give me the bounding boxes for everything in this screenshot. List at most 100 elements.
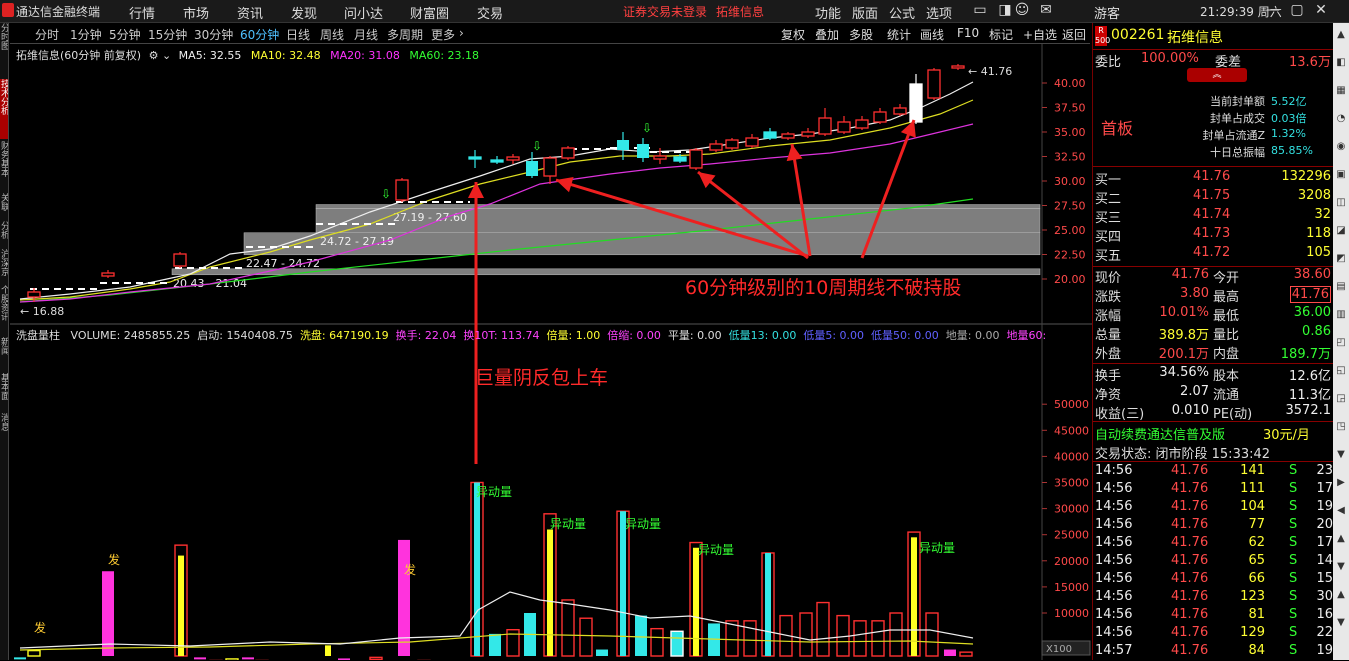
side-tool-icon[interactable]: ▶ <box>1333 477 1349 488</box>
menu-shichang[interactable]: 市场 <box>183 3 209 22</box>
period-fenshi[interactable]: 分时 <box>35 26 59 43</box>
menu-banmian[interactable]: 版面 <box>852 3 878 22</box>
side-tool-icon[interactable]: ◪ <box>1333 225 1349 236</box>
candle[interactable] <box>801 128 815 138</box>
period-30min[interactable]: 30分钟 <box>194 26 233 43</box>
left-tab-3[interactable]: 关联 <box>0 193 8 219</box>
bid-row[interactable]: 买三 41.74 32 <box>1093 207 1333 226</box>
side-tool-icon[interactable]: ◔ <box>1333 113 1349 124</box>
volume-bar[interactable] <box>871 620 885 657</box>
side-tool-icon[interactable]: ▤ <box>1333 281 1349 292</box>
left-tab-2[interactable]: 财务基本 <box>0 141 8 191</box>
volume-bar[interactable] <box>925 612 939 657</box>
volume-bar[interactable] <box>561 599 575 657</box>
volume-bar[interactable] <box>693 547 699 656</box>
screen-icon[interactable]: ▭ <box>972 2 988 18</box>
candle[interactable] <box>709 140 723 152</box>
volume-bar[interactable] <box>816 601 830 657</box>
menu-jiaoyi[interactable]: 交易 <box>477 3 503 22</box>
tb-zixuan[interactable]: +自选 <box>1023 26 1057 43</box>
period-day[interactable]: 日线 <box>286 26 310 43</box>
side-tool-icon[interactable]: ◫ <box>1333 197 1349 208</box>
menu-zixun[interactable]: 资讯 <box>237 3 263 22</box>
side-tool-icon[interactable]: ◱ <box>1333 365 1349 376</box>
left-tab-8[interactable]: 基本面 <box>0 373 8 411</box>
volume-bar[interactable] <box>650 627 664 657</box>
tb-biaoji[interactable]: 标记 <box>989 26 1013 43</box>
period-1min[interactable]: 1分钟 <box>70 26 102 43</box>
side-tool-icon[interactable]: ▦ <box>1333 85 1349 96</box>
chart-area[interactable]: X100 40.00 37.50 35.00 32.50 30.00 27.50 25.00 2… <box>10 44 1092 660</box>
chat-icon[interactable]: ◨ <box>997 2 1013 18</box>
side-tool-icon[interactable]: ▼ <box>1333 449 1349 460</box>
side-tool-icon[interactable]: ◩ <box>1333 253 1349 264</box>
candle[interactable] <box>526 152 538 178</box>
volume-bar[interactable] <box>743 620 757 657</box>
user-icon[interactable]: ☺ <box>1014 2 1030 18</box>
left-tab-5[interactable]: 沪深京 <box>0 249 8 283</box>
tb-fanhui[interactable]: 返回 <box>1062 26 1086 43</box>
candle[interactable] <box>561 146 575 160</box>
candle[interactable] <box>873 108 887 124</box>
tb-diejia[interactable]: 叠加 <box>815 26 839 43</box>
bid-row[interactable]: 买四 41.73 118 <box>1093 226 1333 245</box>
tb-tongji[interactable]: 统计 <box>887 26 911 43</box>
left-tab-7[interactable]: 新闻 <box>0 337 8 371</box>
candle[interactable] <box>909 74 923 124</box>
volume-bar[interactable] <box>579 617 593 657</box>
candle[interactable] <box>653 148 667 164</box>
left-tab-6[interactable]: 个股资讯 <box>0 285 8 335</box>
side-tool-icon[interactable]: ▥ <box>1333 309 1349 320</box>
side-tool-icon[interactable]: ▼ <box>1333 617 1349 628</box>
volume-bar[interactable] <box>799 612 813 657</box>
candle[interactable] <box>725 138 739 150</box>
maximize-icon[interactable]: ▢ <box>1289 2 1305 18</box>
chevron-down-icon[interactable]: ⌄ <box>162 49 171 62</box>
volume-bar[interactable] <box>635 615 647 656</box>
volume-bar[interactable] <box>670 630 684 657</box>
tb-f10[interactable]: F10 <box>957 26 979 40</box>
tb-fuquan[interactable]: 复权 <box>781 26 805 43</box>
candle[interactable] <box>951 64 965 70</box>
menu-caifuquan[interactable]: 财富圈 <box>410 3 449 22</box>
volume-bar[interactable] <box>725 620 739 657</box>
side-tool-icon[interactable]: ◰ <box>1333 337 1349 348</box>
bid-row[interactable]: 买二 41.75 3208 <box>1093 188 1333 207</box>
menu-wenxiaoda[interactable]: 问小达 <box>344 3 383 22</box>
mail-icon[interactable]: ✉ <box>1038 2 1054 18</box>
candle[interactable] <box>490 156 504 164</box>
volume-bar[interactable] <box>944 649 956 656</box>
candle[interactable] <box>855 116 869 130</box>
gear-icon[interactable]: ⚙ <box>149 49 159 62</box>
candle[interactable] <box>818 108 832 136</box>
candle[interactable] <box>468 150 482 168</box>
user-label[interactable]: 游客 <box>1094 3 1120 22</box>
promo-text[interactable]: 自动续费通达信普及版 <box>1095 424 1225 443</box>
left-tab-9[interactable]: 消息 <box>0 413 8 461</box>
candle[interactable] <box>689 148 703 170</box>
volume-bar[interactable] <box>853 620 867 657</box>
period-month[interactable]: 月线 <box>354 26 378 43</box>
side-tool-icon[interactable]: ◉ <box>1333 141 1349 152</box>
volume-bar[interactable] <box>489 633 501 656</box>
candle[interactable] <box>781 132 795 140</box>
menu-hangqing[interactable]: 行情 <box>129 3 155 22</box>
volume-bar[interactable] <box>474 482 480 657</box>
volume-bar[interactable] <box>325 645 331 656</box>
menu-gongneng[interactable]: 功能 <box>815 3 841 22</box>
candle[interactable] <box>637 138 649 162</box>
bid-row[interactable]: 买五 41.72 105 <box>1093 245 1333 264</box>
side-tool-icon[interactable]: ◳ <box>1333 421 1349 432</box>
period-60min[interactable]: 60分钟 <box>240 26 279 43</box>
kline-chart[interactable]: X100 40.00 37.50 35.00 32.50 30.00 27.50 25.00 2… <box>10 44 1092 660</box>
side-tool-icon[interactable]: ▲ <box>1333 29 1349 40</box>
period-5min[interactable]: 5分钟 <box>109 26 141 43</box>
period-15min[interactable]: 15分钟 <box>148 26 187 43</box>
candle[interactable] <box>893 104 907 116</box>
candle[interactable] <box>506 154 520 164</box>
close-icon[interactable]: ✕ <box>1313 2 1329 18</box>
candle[interactable] <box>173 252 187 268</box>
login-warning[interactable]: 证券交易未登录 <box>623 3 707 20</box>
candle[interactable] <box>543 156 557 184</box>
promo-price[interactable]: 30元/月 <box>1263 424 1310 443</box>
